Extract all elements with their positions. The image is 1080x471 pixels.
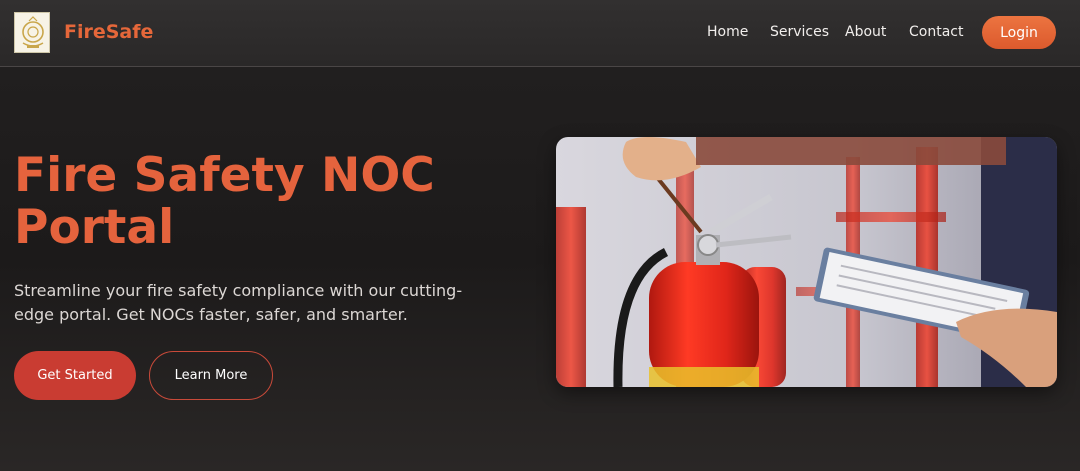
learn-more-button[interactable]: Learn More xyxy=(149,351,273,400)
hero-title-line1: Fire Safety NOC xyxy=(14,148,435,203)
nav-contact[interactable]: Contact xyxy=(909,24,963,40)
get-started-button[interactable]: Get Started xyxy=(14,351,136,400)
nav-home[interactable]: Home xyxy=(707,24,748,40)
site-header: FireSafe Home Services About Contact Log… xyxy=(0,0,1080,67)
nav-services[interactable]: Services xyxy=(770,24,829,40)
emblem-icon[interactable] xyxy=(14,12,50,53)
login-button[interactable]: Login xyxy=(982,16,1056,49)
brand-name[interactable]: FireSafe xyxy=(64,21,153,43)
hero-title: Fire Safety NOC Portal xyxy=(14,150,474,254)
hero-image xyxy=(556,137,1057,387)
hero-subtitle: Streamline your fire safety compliance w… xyxy=(14,281,463,324)
hero-title-line2: Portal xyxy=(14,200,175,255)
nav-about[interactable]: About xyxy=(845,24,886,40)
fire-extinguisher-illustration xyxy=(556,137,1057,387)
